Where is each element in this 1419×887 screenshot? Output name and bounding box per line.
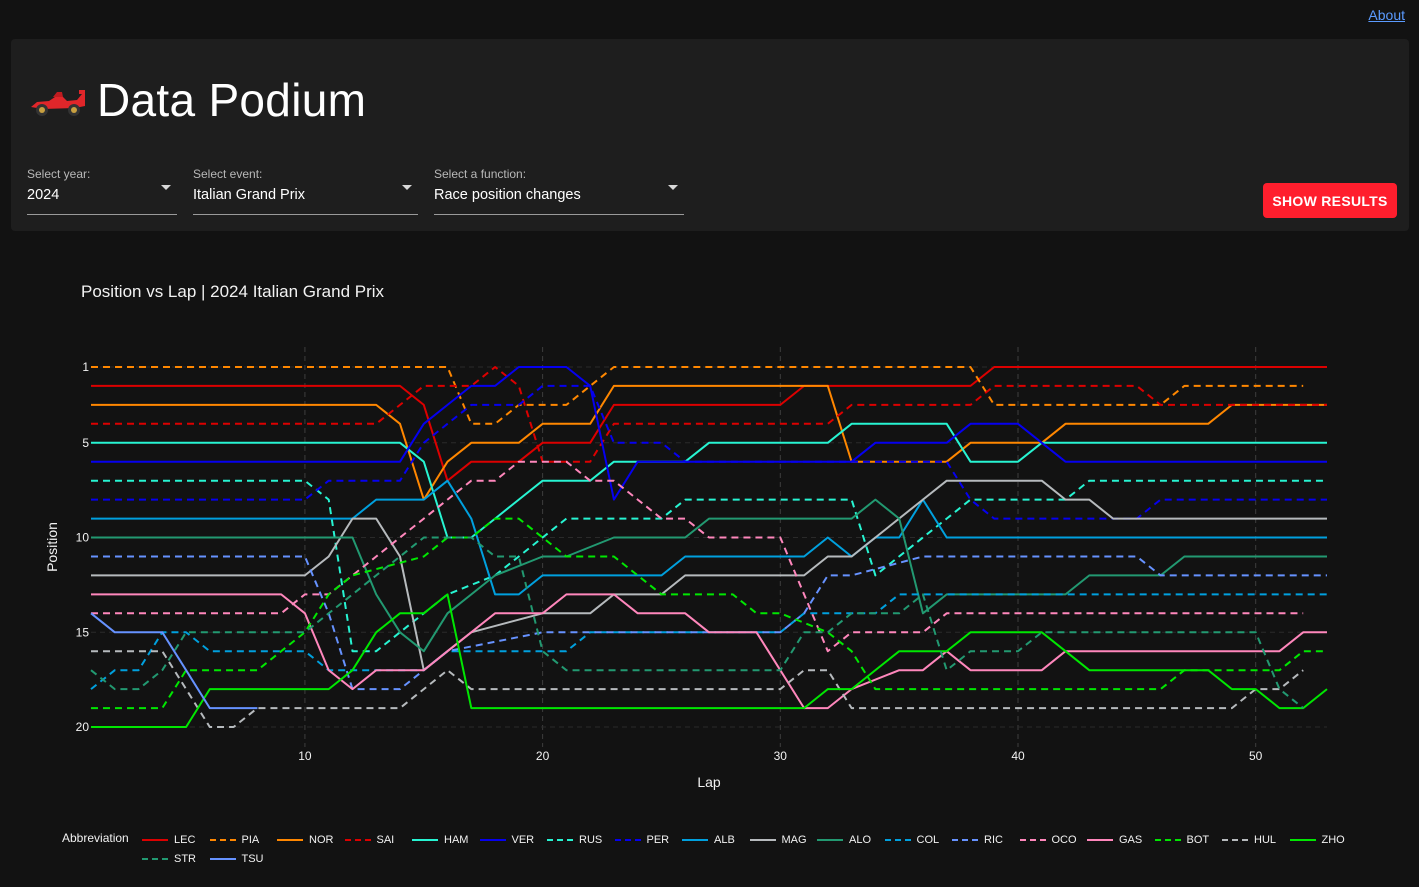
legend-swatch <box>142 838 168 841</box>
legend-item-per[interactable]: PER <box>613 830 681 849</box>
legend-item-mag[interactable]: MAG <box>748 830 816 849</box>
legend-label: MAG <box>781 833 807 846</box>
legend-label: PER <box>646 833 670 846</box>
legend-items: LEC PIA NOR SAI HAM VER RUS PER ALB MAG ALO COL RIC O… <box>140 830 1380 868</box>
legend-item-gas[interactable]: GAS <box>1085 830 1153 849</box>
legend-swatch <box>479 838 506 841</box>
x-tick-label: 50 <box>1249 749 1263 763</box>
x-tick-label: 20 <box>536 749 550 763</box>
legend-swatch <box>884 838 911 841</box>
legend-swatch <box>614 838 641 841</box>
legend-swatch <box>749 838 776 841</box>
legend-item-alb[interactable]: ALB <box>680 830 748 849</box>
y-tick-label: 5 <box>82 436 89 450</box>
x-tick-label: 10 <box>298 749 312 763</box>
legend-label: SAI <box>376 833 395 846</box>
y-tick-label: 1 <box>82 360 89 374</box>
y-tick-label: 20 <box>76 720 90 734</box>
legend-item-bot[interactable]: BOT <box>1153 830 1221 849</box>
legend-item-str[interactable]: STR <box>140 849 208 868</box>
legend-swatch <box>817 838 843 841</box>
legend-swatch <box>344 838 371 841</box>
legend-swatch <box>142 857 168 860</box>
legend-label: ZHO <box>1321 833 1345 846</box>
legend-label: RIC <box>984 833 1003 846</box>
legend-label: BOT <box>1186 833 1210 846</box>
legend-item-lec[interactable]: LEC <box>140 830 208 849</box>
series-line-rus <box>91 479 1327 653</box>
legend-label: NOR <box>309 833 334 846</box>
series-line-tsu <box>90 612 258 710</box>
legend-swatch <box>1019 838 1046 841</box>
legend-label: STR <box>174 852 196 865</box>
legend-item-col[interactable]: COL <box>883 830 951 849</box>
legend-label: GAS <box>1119 833 1143 846</box>
legend-label: LEC <box>174 833 196 846</box>
legend-swatch <box>1222 838 1248 841</box>
legend-label: COL <box>916 833 940 846</box>
y-tick-label: 15 <box>76 625 90 639</box>
legend-item-nor[interactable]: NOR <box>275 830 343 849</box>
legend-label: OCO <box>1051 833 1077 846</box>
legend-swatch <box>209 838 236 841</box>
legend-title: Abbreviation <box>62 831 129 845</box>
position-chart: 10 20 30 40 5015101520LapPosition <box>44 347 1328 790</box>
y-tick-label: 10 <box>76 531 90 545</box>
legend-item-ric[interactable]: RIC <box>950 830 1018 849</box>
legend-label: ALB <box>714 833 735 846</box>
series-line-pia <box>91 366 1304 425</box>
legend-swatch <box>952 838 978 841</box>
legend-item-pia[interactable]: PIA <box>208 830 276 849</box>
legend-label: HUL <box>1254 833 1277 846</box>
x-tick-label: 30 <box>774 749 788 763</box>
legend-swatch <box>1154 838 1181 841</box>
legend-swatch <box>682 838 708 841</box>
legend-item-alo[interactable]: ALO <box>815 830 883 849</box>
legend-swatch <box>412 838 438 841</box>
legend-swatch <box>1289 838 1316 841</box>
legend-label: RUS <box>579 833 603 846</box>
legend-item-oco[interactable]: OCO <box>1018 830 1086 849</box>
legend-item-tsu[interactable]: TSU <box>208 849 276 868</box>
legend-label: ALO <box>849 833 872 846</box>
legend-item-zho[interactable]: ZHO <box>1288 830 1356 849</box>
legend-swatch <box>209 857 236 860</box>
legend-label: TSU <box>241 852 264 865</box>
legend-item-ham[interactable]: HAM <box>410 830 478 849</box>
legend-item-ver[interactable]: VER <box>478 830 546 849</box>
x-tick-label: 40 <box>1011 749 1025 763</box>
y-axis-label: Position <box>44 522 60 572</box>
series-line-sai <box>91 366 1327 463</box>
legend-swatch <box>547 838 573 841</box>
series-line-col <box>90 593 1327 690</box>
legend-swatch <box>1087 838 1113 841</box>
legend-item-hul[interactable]: HUL <box>1220 830 1288 849</box>
legend-swatch <box>277 838 303 841</box>
x-axis-label: Lap <box>697 774 721 790</box>
legend-label: VER <box>511 833 535 846</box>
legend-label: PIA <box>241 833 260 846</box>
legend-item-rus[interactable]: RUS <box>545 830 613 849</box>
legend-label: HAM <box>444 833 469 846</box>
legend-item-sai[interactable]: SAI <box>343 830 411 849</box>
